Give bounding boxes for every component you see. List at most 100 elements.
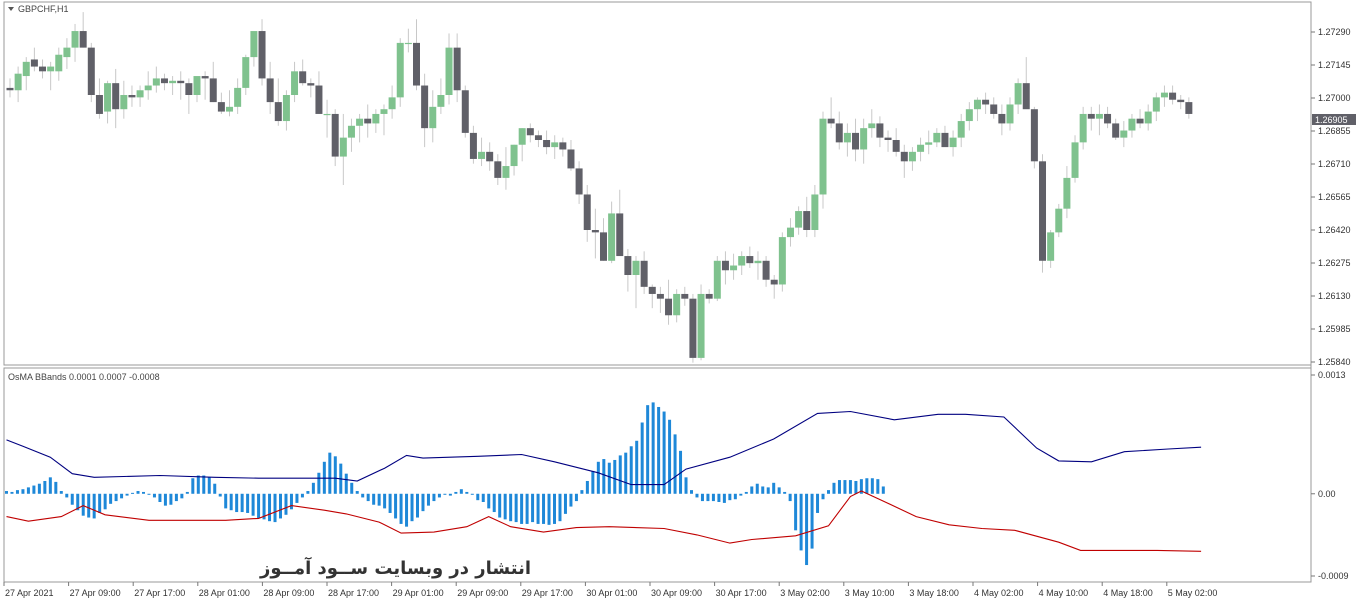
osma-bar bbox=[492, 493, 496, 513]
bearish-candle bbox=[803, 211, 811, 230]
osma-bar bbox=[361, 493, 365, 498]
bearish-candle bbox=[6, 87, 14, 91]
osma-bar bbox=[843, 480, 847, 494]
osma-bar bbox=[15, 490, 19, 494]
osma-bar bbox=[542, 493, 546, 524]
osma-bar bbox=[673, 434, 677, 494]
chart-canvas[interactable]: GBPCHF,H1 OsMA BBands 0.0001 0.0007 -0.0… bbox=[0, 0, 1360, 604]
bullish-candle bbox=[973, 99, 981, 110]
trading-chart-window[interactable]: GBPCHF,H1 OsMA BBands 0.0001 0.0007 -0.0… bbox=[0, 0, 1360, 604]
osma-bar bbox=[169, 493, 173, 505]
osma-bar bbox=[136, 491, 140, 494]
bullish-candle bbox=[713, 260, 721, 299]
osma-bar bbox=[268, 493, 272, 522]
bearish-candle bbox=[453, 47, 461, 91]
price-axis: 1.27290 1.27145 1.27000 1.26855 1.26710 1.265… bbox=[1311, 27, 1351, 367]
osma-bar bbox=[289, 493, 293, 510]
time-label: 3 May 02:00 bbox=[780, 588, 830, 598]
osma-bar bbox=[202, 475, 206, 494]
osma-bar bbox=[805, 493, 809, 566]
osma-bar bbox=[5, 491, 8, 494]
main-chart-panel[interactable] bbox=[3, 1, 1312, 366]
bearish-candle bbox=[640, 260, 648, 287]
osma-bar bbox=[876, 479, 880, 494]
price-level-label: 1.26855 bbox=[1318, 126, 1351, 136]
osma-bar bbox=[821, 493, 825, 500]
osma-bar bbox=[881, 486, 885, 494]
bearish-candle bbox=[315, 85, 323, 114]
osma-bar bbox=[196, 475, 200, 494]
osma-bar bbox=[728, 493, 732, 501]
osma-bar bbox=[355, 491, 359, 494]
bearish-candle bbox=[835, 123, 843, 143]
osma-bar bbox=[65, 493, 69, 498]
osma-bar bbox=[284, 493, 288, 515]
indicator-level-label: 0.0013 bbox=[1318, 370, 1346, 380]
bullish-candle bbox=[372, 113, 380, 124]
bearish-candle bbox=[185, 83, 193, 95]
osma-bar bbox=[755, 483, 759, 494]
bearish-candle bbox=[1136, 118, 1144, 124]
bearish-candle bbox=[95, 95, 103, 114]
time-label: 5 May 02:00 bbox=[1168, 588, 1218, 598]
bullish-candle bbox=[282, 95, 290, 122]
bullish-candle bbox=[250, 31, 258, 58]
bullish-candle bbox=[1055, 208, 1063, 233]
osma-bar bbox=[421, 493, 425, 512]
bearish-candle bbox=[128, 95, 136, 98]
price-level-label: 1.25985 bbox=[1318, 324, 1351, 334]
bearish-candle bbox=[681, 293, 689, 299]
osma-bar bbox=[870, 478, 874, 494]
osma-bar bbox=[558, 493, 562, 522]
osma-bar bbox=[750, 486, 754, 494]
time-label: 30 Apr 17:00 bbox=[716, 588, 767, 598]
bearish-candle bbox=[559, 142, 567, 150]
osma-bar bbox=[470, 493, 474, 495]
osma-bar bbox=[279, 493, 282, 519]
bullish-candle bbox=[152, 78, 160, 86]
bullish-candle bbox=[242, 57, 250, 88]
bullish-candle bbox=[1006, 104, 1014, 124]
time-axis: 27 Apr 2021 27 Apr 09:00 27 Apr 17:00 28 Ap… bbox=[3, 582, 1218, 598]
osma-bar bbox=[443, 493, 447, 495]
price-level-label: 1.26420 bbox=[1318, 225, 1351, 235]
bullish-candle bbox=[478, 151, 486, 159]
price-level-label: 1.25840 bbox=[1318, 357, 1351, 367]
bearish-candle bbox=[648, 286, 656, 294]
osma-bar bbox=[580, 490, 584, 494]
osma-bar bbox=[246, 493, 250, 513]
osma-bar bbox=[437, 493, 441, 498]
price-level-label: 1.27000 bbox=[1318, 93, 1351, 103]
bullish-candle bbox=[510, 144, 518, 167]
bearish-candle bbox=[591, 230, 599, 233]
osma-bar bbox=[657, 406, 661, 494]
osma-bar bbox=[142, 491, 145, 494]
osma-bar bbox=[629, 446, 633, 494]
bullish-candle bbox=[1144, 111, 1152, 124]
price-level-label: 1.26275 bbox=[1318, 258, 1351, 268]
bullish-candle bbox=[868, 123, 876, 129]
bullish-candle bbox=[843, 132, 851, 143]
bullish-candle bbox=[795, 211, 803, 228]
bearish-candle bbox=[266, 78, 274, 103]
osma-bar bbox=[10, 491, 14, 494]
osma-bar bbox=[481, 493, 485, 502]
bullish-candle bbox=[860, 128, 868, 150]
bullish-candle bbox=[55, 54, 63, 72]
bullish-candle bbox=[339, 137, 347, 157]
osma-bar bbox=[591, 470, 595, 494]
osma-bar bbox=[476, 493, 480, 501]
osma-bar bbox=[306, 491, 310, 494]
bullish-candle bbox=[22, 61, 30, 77]
osma-bar bbox=[799, 493, 803, 551]
osma-bar bbox=[213, 483, 217, 494]
bullish-candle bbox=[136, 90, 144, 98]
bullish-candle bbox=[347, 125, 355, 138]
bullish-candle bbox=[63, 47, 71, 58]
indicator-level-label: 0.00 bbox=[1318, 489, 1336, 499]
osma-bar bbox=[185, 491, 189, 494]
bearish-candle bbox=[534, 135, 542, 140]
time-label: 27 Apr 17:00 bbox=[134, 588, 185, 598]
osma-bar bbox=[432, 493, 436, 502]
osma-bar bbox=[158, 493, 162, 502]
